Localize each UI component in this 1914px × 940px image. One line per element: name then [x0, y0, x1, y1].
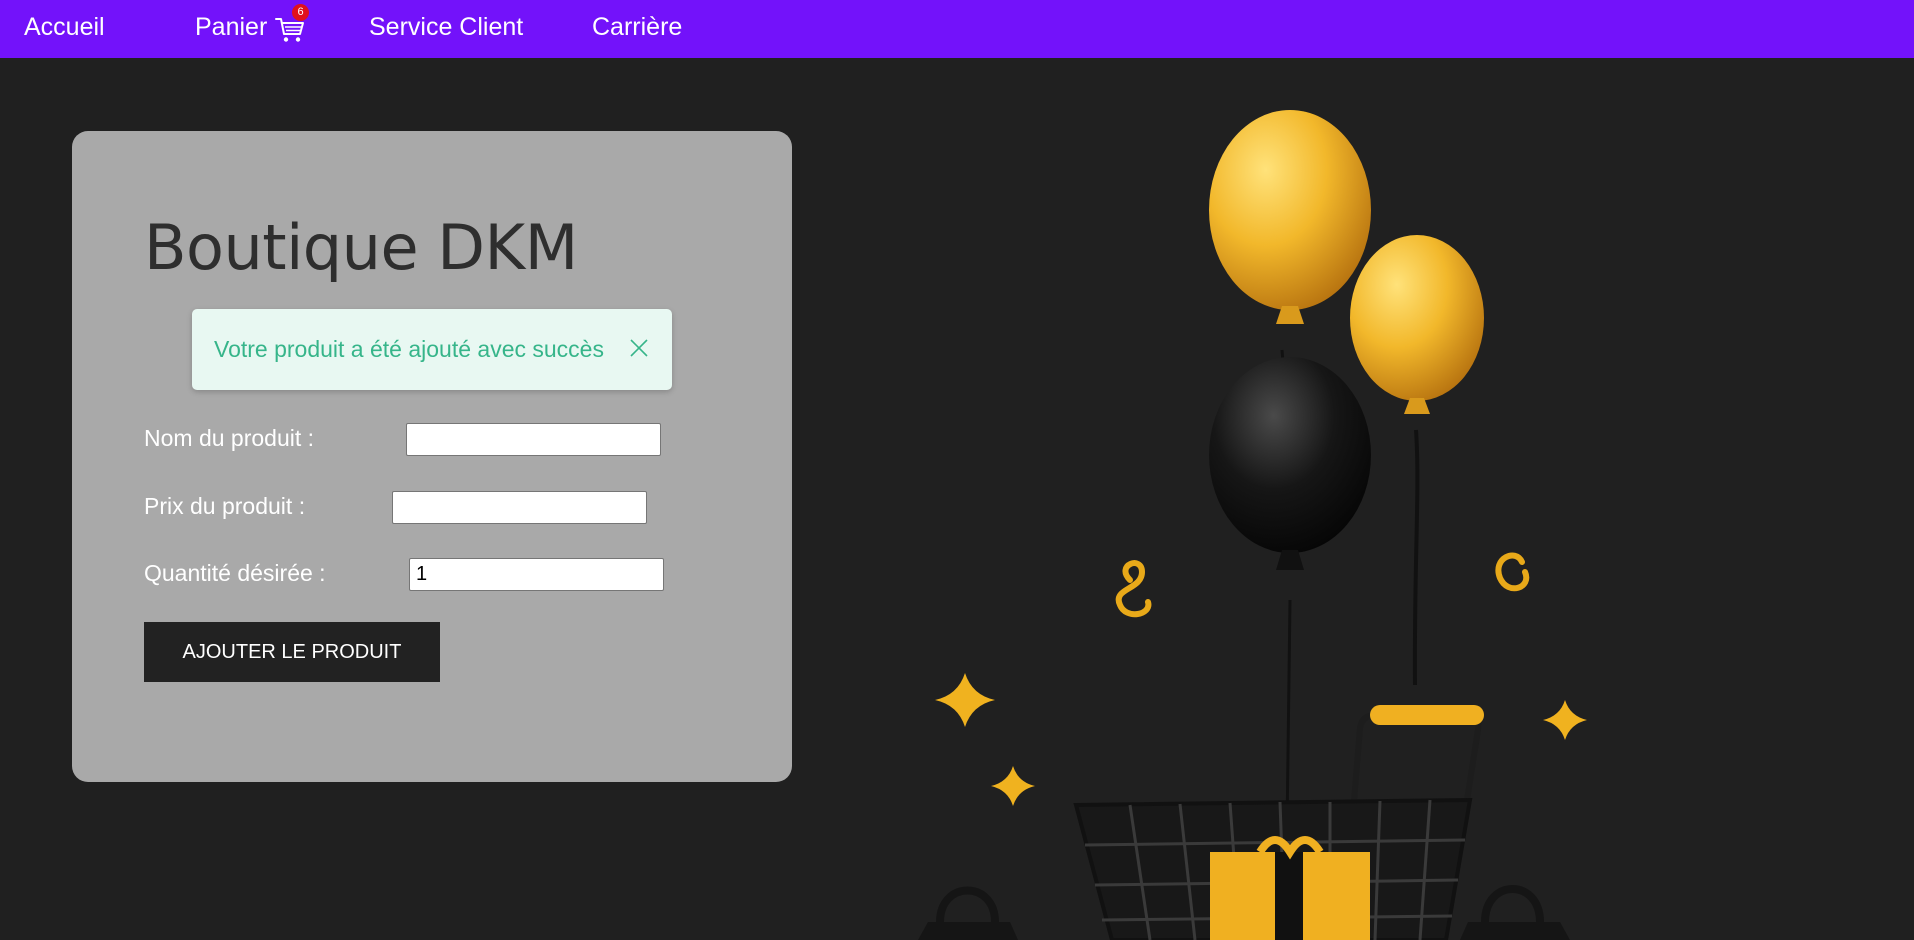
cart-count-badge: 6 [292, 4, 309, 21]
product-price-input[interactable] [392, 491, 647, 524]
balloons-cart-illustration [918, 110, 1587, 940]
quantity-input[interactable] [409, 558, 664, 591]
success-alert: Votre produit a été ajouté avec succès [192, 309, 672, 390]
nav-career-link[interactable]: Carrière [592, 0, 682, 58]
product-name-label: Nom du produit : [144, 425, 315, 451]
top-navbar: Accueil Panier 6 Service Client Carrière [0, 0, 1914, 58]
quantity-label: Quantité désirée : [144, 560, 326, 586]
nav-cart-link[interactable]: Panier 6 [195, 0, 309, 58]
page-title: Boutique DKM [144, 211, 578, 284]
product-form-card: Boutique DKM Votre produit a été ajouté … [72, 131, 792, 782]
add-product-button[interactable]: AJOUTER LE PRODUIT [144, 622, 440, 682]
alert-message: Votre produit a été ajouté avec succès [214, 336, 604, 362]
close-icon[interactable] [628, 337, 650, 359]
nav-cart-label: Panier [195, 13, 268, 41]
product-price-label: Prix du produit : [144, 493, 306, 519]
nav-service-link[interactable]: Service Client [369, 0, 523, 58]
product-name-input[interactable] [406, 423, 661, 456]
nav-home-link[interactable]: Accueil [24, 0, 105, 58]
